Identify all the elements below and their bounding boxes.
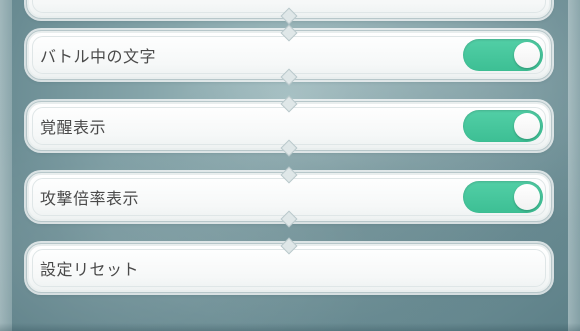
- scroll-fade: [0, 323, 580, 331]
- attack-multiplier-toggle[interactable]: [463, 181, 543, 213]
- settings-row-attack-multiplier: 攻撃倍率表示: [27, 166, 551, 228]
- left-edge-frame: [0, 0, 12, 331]
- row-ornament-bottom: [280, 139, 298, 157]
- row-ornament-bottom: [280, 68, 298, 86]
- battle-text-toggle[interactable]: [463, 39, 543, 71]
- settings-row-partial: [27, 0, 551, 25]
- row-ornament-top: [280, 237, 298, 255]
- reset-settings-label: 設定リセット: [40, 260, 140, 279]
- settings-row-battle-text: バトル中の文字: [27, 24, 551, 86]
- row-ornament-top: [280, 166, 298, 184]
- toggle-knob: [514, 184, 540, 210]
- row-ornament-top: [280, 95, 298, 113]
- settings-row-awakening-display: 覚醒表示: [27, 95, 551, 157]
- battle-text-label: バトル中の文字: [40, 47, 156, 66]
- attack-multiplier-label: 攻撃倍率表示: [40, 189, 140, 208]
- toggle-knob: [514, 113, 540, 139]
- awakening-display-label: 覚醒表示: [40, 118, 107, 137]
- reset-settings-button[interactable]: 設定リセット: [27, 237, 551, 292]
- toggle-knob: [514, 42, 540, 68]
- awakening-display-toggle[interactable]: [463, 110, 543, 142]
- row-ornament-bottom: [280, 210, 298, 228]
- right-edge-frame: [568, 0, 580, 331]
- row-ornament-top: [280, 24, 298, 42]
- row-ornament-bottom: [280, 7, 298, 25]
